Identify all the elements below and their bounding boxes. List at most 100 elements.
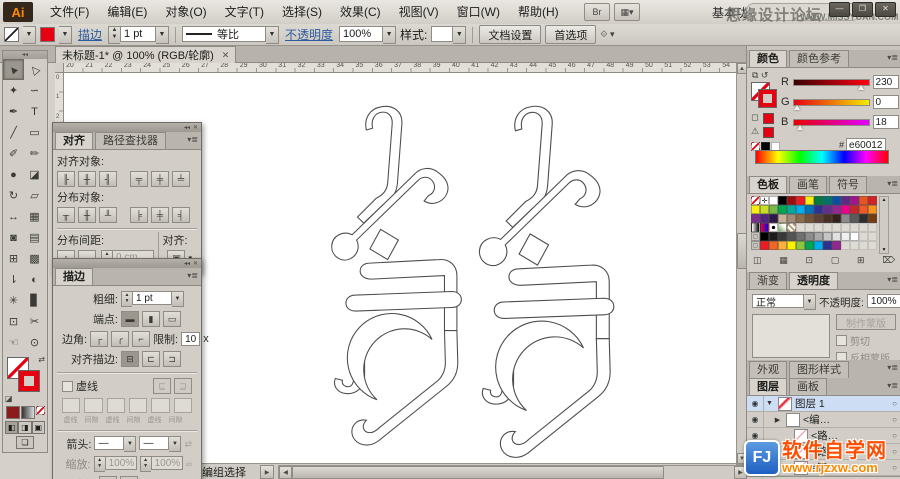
layer-target-icon[interactable]: ○ [892,447,897,456]
layer-thumbnail[interactable] [778,397,792,411]
slider-G[interactable] [793,99,870,106]
artboard-tool[interactable]: ⊡ [3,311,24,332]
layer-row-0[interactable]: ◉▼图层 1○ [747,396,900,412]
panel-close-icon[interactable]: ✕ [193,260,198,267]
arrange-documents-button[interactable]: ▦▾ [614,3,640,21]
transparency-opacity-value[interactable]: 100% [867,294,900,308]
swatch-1-13[interactable] [868,205,877,214]
warning-color-chip[interactable] [763,127,774,138]
screen-mode-full-icon[interactable]: ▣ [32,421,45,434]
horizontal-align-right-icon[interactable]: ╢ [99,171,117,187]
visibility-eye-icon[interactable]: ◉ [747,428,764,443]
layer-row-3[interactable]: ◉<路…○ [747,444,900,460]
link-scale-icon[interactable]: ∞ [186,459,192,469]
visibility-eye-icon[interactable]: ◉ [747,460,764,475]
swatch-1-6[interactable] [805,205,814,214]
vertical-align-center-icon[interactable]: ╪ [151,171,169,187]
layer-name[interactable]: <路… [811,428,838,443]
swap-arrows-icon[interactable]: ⇄ [184,439,192,450]
slider-value-R[interactable]: 230 [873,75,899,89]
swatch-5-3[interactable] [778,241,787,250]
slider-R[interactable] [793,79,870,86]
restore-button[interactable]: ❐ [852,2,873,17]
tab-color[interactable]: 颜色 [749,50,787,67]
style-value[interactable] [431,26,453,42]
swatch-3-1[interactable] [760,223,769,232]
swatch-5-8[interactable] [823,241,832,250]
swatch-1-2[interactable] [769,205,778,214]
arrow-end-select[interactable]: — [139,436,169,450]
scale-end-stepper[interactable]: ▲▼ [140,456,151,472]
panel-menu-icon[interactable]: ▾≣ [887,53,898,62]
swatch-kinds-icon[interactable]: ▦ [779,255,788,266]
layer-row-2[interactable]: ◉ <路… ○ [747,428,900,444]
slice-tool[interactable]: ✂ [24,311,45,332]
vertical-distribute-top-icon[interactable]: ╥ [57,207,75,223]
visibility-eye-icon[interactable]: ◉ [747,396,764,411]
fill-color-swatch[interactable] [40,27,55,42]
scale-start-stepper[interactable]: ▲▼ [94,456,105,472]
horizontal-align-center-icon[interactable]: ╫ [78,171,96,187]
swatch-2-1[interactable] [760,214,769,223]
vertical-align-bottom-icon[interactable]: ╧ [172,171,190,187]
direct-selection-tool[interactable]: △ [24,59,45,80]
artwork-glyph-left[interactable] [322,86,464,458]
layer-target-icon[interactable]: ○ [892,463,897,472]
swatch-3-13[interactable] [868,223,877,232]
layer-target-icon[interactable]: ○ [892,431,897,440]
swatch-4-12[interactable] [859,232,868,241]
swatch-5-6[interactable] [805,241,814,250]
swatch-1-4[interactable] [787,205,796,214]
swatch-0-10[interactable] [841,196,850,205]
new-color-group-icon[interactable]: ▢ [831,255,840,266]
swatch-0-0[interactable] [751,196,760,205]
tab-close-icon[interactable]: ✕ [222,50,230,61]
stroke-outside-icon[interactable]: ⊐ [163,351,181,367]
layer-thumbnail[interactable] [794,445,808,459]
slider-pointer-R[interactable] [858,85,864,90]
swap-fill-stroke-icon[interactable]: ⇄ [38,355,45,364]
horizontal-align-left-icon[interactable]: ╟ [57,171,75,187]
scale-end-value[interactable]: 100% [151,456,183,470]
document-setup-button[interactable]: 文档设置 [479,25,541,44]
layer-name[interactable]: <路… [811,460,838,475]
preserve-dash-icon[interactable]: ⊑ [153,378,171,394]
swatch-4-2[interactable] [769,232,778,241]
swatch-5-12[interactable] [859,241,868,250]
swatch-3-5[interactable] [796,223,805,232]
swatch-3-12[interactable] [859,223,868,232]
stroke-inside-icon[interactable]: ⊏ [142,351,160,367]
draw-mode-icon[interactable]: ❏ [16,436,34,449]
panel-menu-icon[interactable]: ▾≣ [887,275,898,284]
slider-value-G[interactable]: 0 [873,95,899,109]
swatch-5-11[interactable] [850,241,859,250]
swatch-0-5[interactable] [796,196,805,205]
slider-pointer-B[interactable] [797,125,803,130]
stroke-link[interactable]: 描边 [76,26,104,43]
swatch-3-0[interactable] [751,223,760,232]
blob-brush-tool[interactable]: ● [3,164,24,185]
menu-item-6[interactable]: 视图(V) [390,0,448,24]
slider-B[interactable] [793,119,870,126]
toolbar-collapse-icon[interactable]: ◂◂ [3,51,47,59]
swatch-1-8[interactable] [823,205,832,214]
eraser-tool[interactable]: ◪ [24,164,45,185]
artwork-glyph-right[interactable] [468,94,618,462]
shape-builder-tool[interactable]: ◙ [3,227,24,248]
dash-field-4[interactable] [151,398,169,413]
preferences-button[interactable]: 首选项 [545,25,596,44]
round-join-icon[interactable]: ╭ [111,331,129,347]
swatch-0-4[interactable] [787,196,796,205]
tab-symbols[interactable]: 符号 [829,176,867,193]
menu-item-5[interactable]: 效果(C) [331,0,390,24]
vertical-distribute-bottom-icon[interactable]: ╨ [99,207,117,223]
swatch-1-11[interactable] [850,205,859,214]
swatch-options-icon[interactable]: ⊡ [805,255,813,266]
dash-field-5[interactable] [174,398,192,413]
make-mask-button[interactable]: 制作蒙版 [836,314,896,330]
gamut-cube-icon[interactable]: ◻ [751,112,758,123]
scale-tool[interactable]: ▱ [24,185,45,206]
swatch-1-10[interactable] [841,205,850,214]
opacity-link[interactable]: 不透明度 [283,26,335,43]
layer-name[interactable]: 图层 1 [795,396,825,411]
